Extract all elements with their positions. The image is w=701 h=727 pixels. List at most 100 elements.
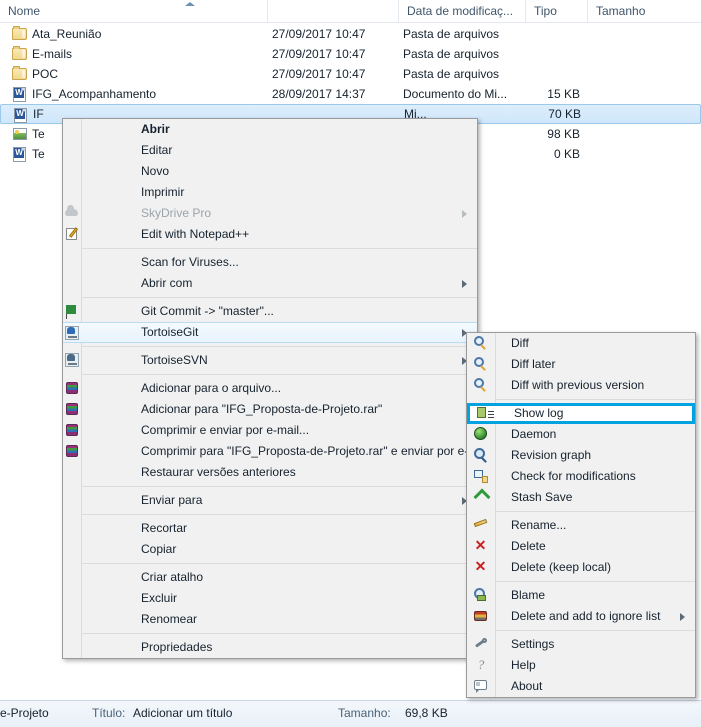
menu-item-tortoisesvn[interactable]: TortoiseSVN bbox=[63, 350, 477, 371]
submenu-item-delete-and-add-to-ignore-list[interactable]: Delete and add to ignore list bbox=[467, 606, 695, 627]
submenu-item-daemon[interactable]: Daemon bbox=[467, 424, 695, 445]
tortoisegit-icon bbox=[64, 325, 80, 341]
table-row[interactable]: E-mails 27/09/2017 10:47 Pasta de arquiv… bbox=[0, 44, 701, 64]
table-row[interactable]: POC 27/09/2017 10:47 Pasta de arquivos bbox=[0, 64, 701, 84]
git-flag-icon bbox=[64, 303, 80, 319]
submenu-item-label: Revision graph bbox=[511, 448, 591, 462]
menu-item-comprimir-enviar-email[interactable]: Comprimir e enviar por e-mail... bbox=[63, 420, 477, 441]
folder-icon bbox=[12, 46, 28, 62]
submenu-item-label: Help bbox=[511, 658, 536, 672]
file-modified: 27/09/2017 10:47 bbox=[272, 44, 397, 64]
submenu-item-label: Diff later bbox=[511, 357, 555, 371]
submenu-item-stash-save[interactable]: Stash Save bbox=[467, 487, 695, 508]
submenu-item-revision-graph[interactable]: Revision graph bbox=[467, 445, 695, 466]
menu-item-label: Imprimir bbox=[141, 185, 184, 199]
menu-item-skydrive-pro: SkyDrive Pro bbox=[63, 203, 477, 224]
submenu-item-label: Show log bbox=[514, 406, 563, 420]
submenu-item-label: Check for modifications bbox=[511, 469, 636, 483]
menu-item-criar-atalho[interactable]: Criar atalho bbox=[63, 567, 477, 588]
word-doc-icon bbox=[13, 107, 29, 123]
file-size: 70 KB bbox=[501, 105, 581, 123]
status-file-name: e-Projeto bbox=[0, 706, 49, 720]
menu-item-scan-for-viruses[interactable]: Scan for Viruses... bbox=[63, 252, 477, 273]
menu-separator bbox=[81, 248, 477, 249]
table-row[interactable]: Ata_Reunião 27/09/2017 10:47 Pasta de ar… bbox=[0, 24, 701, 44]
menu-item-novo[interactable]: Novo bbox=[63, 161, 477, 182]
submenu-separator bbox=[495, 399, 695, 400]
menu-item-editar[interactable]: Editar bbox=[63, 140, 477, 161]
column-header-tamanho[interactable]: Tamanho bbox=[588, 0, 701, 22]
menu-item-tortoisegit[interactable]: TortoiseGit bbox=[63, 322, 477, 343]
submenu-item-settings[interactable]: Settings bbox=[467, 634, 695, 655]
diff-magnifier-icon bbox=[473, 377, 489, 393]
submenu-item-help[interactable]: ? Help bbox=[467, 655, 695, 676]
menu-item-edit-with-notepadpp[interactable]: Edit with Notepad++ bbox=[63, 224, 477, 245]
menu-item-label: Edit with Notepad++ bbox=[141, 227, 249, 241]
word-doc-icon bbox=[12, 86, 28, 102]
status-size-label: Tamanho: bbox=[338, 706, 391, 720]
submenu-item-show-log[interactable]: Show log bbox=[467, 403, 695, 424]
column-header-nome[interactable]: Nome bbox=[0, 0, 268, 22]
menu-item-label: Scan for Viruses... bbox=[141, 255, 239, 269]
help-question-icon: ? bbox=[473, 657, 489, 673]
submenu-item-blame[interactable]: Blame bbox=[467, 585, 695, 606]
status-title-label: Título: bbox=[92, 706, 125, 720]
file-size: 15 KB bbox=[500, 84, 580, 104]
menu-item-label: TortoiseSVN bbox=[141, 353, 208, 367]
menu-item-adicionar-para-rar[interactable]: Adicionar para "IFG_Proposta-de-Projeto.… bbox=[63, 399, 477, 420]
menu-item-label: Adicionar para o arquivo... bbox=[141, 381, 281, 395]
column-header-tipo[interactable]: Tipo bbox=[526, 0, 588, 22]
menu-item-abrir-com[interactable]: Abrir com bbox=[63, 273, 477, 294]
submenu-item-about[interactable]: About bbox=[467, 676, 695, 697]
menu-item-copiar[interactable]: Copiar bbox=[63, 539, 477, 560]
daemon-globe-icon bbox=[473, 426, 489, 442]
submenu-item-diff-with-previous-version[interactable]: Diff with previous version bbox=[467, 375, 695, 396]
submenu-item-rename[interactable]: Rename... bbox=[467, 515, 695, 536]
file-name: Ata_Reunião bbox=[32, 24, 272, 44]
blame-icon bbox=[473, 587, 489, 603]
submenu-item-diff-later[interactable]: Diff later bbox=[467, 354, 695, 375]
menu-item-renomear[interactable]: Renomear bbox=[63, 609, 477, 630]
diff-magnifier-icon bbox=[473, 356, 489, 372]
menu-item-label: Restaurar versões anteriores bbox=[141, 465, 296, 479]
submenu-item-delete[interactable]: ✕ Delete bbox=[467, 536, 695, 557]
menu-item-propriedades[interactable]: Propriedades bbox=[63, 637, 477, 658]
table-row[interactable]: IFG_Acompanhamento 28/09/2017 14:37 Docu… bbox=[0, 84, 701, 104]
file-modified: 27/09/2017 10:47 bbox=[272, 24, 397, 44]
winrar-icon bbox=[64, 422, 80, 438]
column-header-data-modificacao[interactable]: Data de modificaç... bbox=[399, 0, 526, 22]
menu-item-abrir[interactable]: Abrir bbox=[63, 119, 477, 140]
menu-item-enviar-para[interactable]: Enviar para bbox=[63, 490, 477, 511]
file-size: 0 KB bbox=[500, 144, 580, 164]
menu-item-imprimir[interactable]: Imprimir bbox=[63, 182, 477, 203]
submenu-item-delete-keep-local[interactable]: ✕ Delete (keep local) bbox=[467, 557, 695, 578]
menu-separator bbox=[81, 374, 477, 375]
menu-item-restaurar-versoes-anteriores[interactable]: Restaurar versões anteriores bbox=[63, 462, 477, 483]
file-name: POC bbox=[32, 64, 272, 84]
submenu-item-label: Delete (keep local) bbox=[511, 560, 611, 574]
submenu-item-label: Delete and add to ignore list bbox=[511, 609, 660, 623]
menu-item-label: Abrir bbox=[141, 122, 170, 136]
submenu-item-label: Stash Save bbox=[511, 490, 572, 504]
submenu-item-check-for-modifications[interactable]: Check for modifications bbox=[467, 466, 695, 487]
column-header-blank[interactable] bbox=[268, 0, 399, 22]
file-size: 98 KB bbox=[500, 124, 580, 144]
menu-item-adicionar-para-arquivo[interactable]: Adicionar para o arquivo... bbox=[63, 378, 477, 399]
menu-item-comprimir-para-rar-enviar-email[interactable]: Comprimir para "IFG_Proposta-de-Projeto.… bbox=[63, 441, 477, 462]
menu-item-label: Copiar bbox=[141, 542, 176, 556]
menu-separator bbox=[81, 514, 477, 515]
menu-item-excluir[interactable]: Excluir bbox=[63, 588, 477, 609]
submenu-item-label: Blame bbox=[511, 588, 545, 602]
pencil-icon bbox=[473, 517, 489, 533]
folder-icon bbox=[12, 66, 28, 82]
submenu-item-label: Settings bbox=[511, 637, 554, 651]
menu-separator bbox=[81, 346, 477, 347]
ignore-list-icon bbox=[473, 608, 489, 624]
menu-item-label: Git Commit -> "master"... bbox=[141, 304, 274, 318]
submenu-item-label: Diff bbox=[511, 336, 529, 350]
submenu-item-diff[interactable]: Diff bbox=[467, 333, 695, 354]
menu-item-git-commit-master[interactable]: Git Commit -> "master"... bbox=[63, 301, 477, 322]
submenu-item-label: Diff with previous version bbox=[511, 378, 644, 392]
status-title-value[interactable]: Adicionar um título bbox=[133, 706, 232, 720]
menu-item-recortar[interactable]: Recortar bbox=[63, 518, 477, 539]
